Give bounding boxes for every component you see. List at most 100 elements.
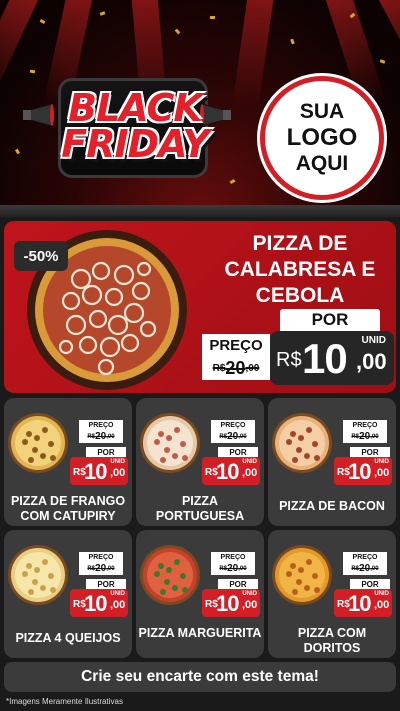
product-card[interactable]: PREÇO R$ 20,00 POR UNID R$ 10 ,00 PIZZA M…	[136, 530, 264, 658]
new-price-value: 10	[84, 591, 108, 616]
new-price-cents: ,00	[242, 599, 258, 611]
cta-button[interactable]: Crie seu encarte com este tema!	[4, 662, 396, 692]
new-price: UNID R$ 10 ,00	[70, 457, 128, 485]
old-currency: R$	[219, 565, 228, 572]
new-price-cents: ,00	[242, 467, 258, 479]
black-friday-banner: BLACK FRIDAY SUA LOGO AQUI	[0, 0, 400, 205]
preco-label: PREÇO	[211, 552, 255, 562]
new-price: UNID R$ 10 ,00	[70, 589, 128, 617]
old-price-cents: ,00	[238, 433, 247, 440]
unid-label: UNID	[361, 335, 386, 346]
new-price-value: 10	[216, 591, 240, 616]
unid-label: UNID	[374, 591, 389, 597]
logo-placeholder[interactable]: SUA LOGO AQUI	[260, 76, 384, 200]
por-label: POR	[86, 447, 126, 457]
old-price-cents: ,00	[106, 433, 115, 440]
product-name: PIZZA 4 QUEIJOS	[15, 631, 121, 645]
product-name: PIZZA COM DORITOS	[297, 626, 367, 655]
old-currency: R$	[351, 565, 360, 572]
product-name: PIZZA PORTUGUESA	[155, 494, 245, 523]
old-price-value: 20	[225, 357, 246, 378]
new-price-cents: ,00	[110, 467, 126, 479]
product-name: PIZZA DE FRANGO COM CATUPIRY	[10, 494, 126, 523]
preco-label: PREÇO	[202, 334, 270, 356]
old-price: R$ 20 ,00	[202, 356, 270, 380]
por-label: POR	[86, 579, 126, 589]
logo-text-line: SUA	[299, 100, 345, 123]
unid-label: UNID	[242, 591, 257, 597]
unid-label: UNID	[110, 459, 125, 465]
preco-label: PREÇO	[79, 552, 123, 562]
old-price-value: 20	[359, 431, 371, 442]
por-label: POR	[350, 579, 390, 589]
product-name: PIZZA DE BACON	[279, 499, 385, 513]
product-card[interactable]: PREÇO R$ 20,00 POR UNID R$ 10 ,00 PIZZA D…	[268, 398, 396, 526]
product-card[interactable]: PREÇO R$ 20,00 POR UNID R$ 10 ,00 PIZZA P…	[136, 398, 264, 526]
new-price-cents: ,00	[356, 349, 387, 374]
divider-strip	[0, 205, 400, 217]
preco-label: PREÇO	[343, 420, 387, 430]
por-label: POR	[350, 447, 390, 457]
unid-label: UNID	[374, 459, 389, 465]
new-price-cents: ,00	[374, 467, 390, 479]
new-price-value: 10	[84, 459, 108, 484]
new-price: UNID R$ 10 ,00	[334, 589, 392, 617]
unid-label: UNID	[242, 459, 257, 465]
old-price-cents: ,00	[370, 565, 379, 572]
product-card[interactable]: PREÇO R$ 20,00 POR UNID R$ 10 ,00 PIZZA D…	[4, 398, 132, 526]
featured-title-line: CALABRESA E	[224, 258, 376, 281]
new-price: UNID R$ 10 ,00	[202, 457, 260, 485]
currency: R$	[276, 349, 302, 371]
new-price-value: 10	[348, 459, 372, 484]
new-price-cents: ,00	[374, 599, 390, 611]
old-price-value: 20	[227, 431, 239, 442]
pizza-image	[140, 413, 200, 473]
featured-offer-card[interactable]: -50% PIZZA DE CALABRESA E CEBOLA POR PRE…	[4, 221, 396, 393]
old-price-cents: ,00	[238, 565, 247, 572]
pizza-image	[272, 545, 332, 605]
pizza-image	[272, 413, 332, 473]
friday-title: FRIDAY	[61, 122, 209, 166]
old-currency: R$	[212, 362, 226, 374]
old-price: R$ 20,00	[211, 562, 255, 575]
old-price: R$ 20,00	[79, 562, 123, 575]
preco-label: PREÇO	[343, 552, 387, 562]
preco-label: PREÇO	[211, 420, 255, 430]
disclaimer-text: *Imagens Meramente Ilustrativas	[6, 697, 123, 706]
featured-title-line: PIZZA DE	[252, 232, 348, 255]
featured-title: PIZZA DE CALABRESA E CEBOLA	[209, 231, 391, 309]
old-currency: R$	[351, 433, 360, 440]
logo-text-line: AQUI	[295, 152, 349, 175]
new-price: UNID R$ 10 ,00	[270, 331, 394, 385]
new-price-value: 10	[302, 335, 348, 382]
logo-text-line: LOGO	[286, 124, 358, 151]
por-label: POR	[280, 309, 380, 331]
old-price-cents: ,00	[245, 362, 260, 374]
old-price-value: 20	[227, 563, 239, 574]
old-price: R$ 20,00	[211, 430, 255, 443]
product-card[interactable]: PREÇO R$ 20,00 POR UNID R$ 10 ,00 PIZZA 4…	[4, 530, 132, 658]
por-label: POR	[218, 579, 258, 589]
old-price-cents: ,00	[106, 565, 115, 572]
new-price-cents: ,00	[110, 599, 126, 611]
discount-badge: -50%	[14, 241, 68, 271]
old-price: R$ 20,00	[79, 430, 123, 443]
preco-label: PREÇO	[79, 420, 123, 430]
new-price-value: 10	[348, 591, 372, 616]
featured-title-line: CEBOLA	[255, 284, 345, 307]
old-currency: R$	[219, 433, 228, 440]
old-price: R$ 20,00	[343, 562, 387, 575]
old-currency: R$	[87, 565, 96, 572]
pizza-image	[8, 413, 68, 473]
product-card[interactable]: PREÇO R$ 20,00 POR UNID R$ 10 ,00 PIZZA C…	[268, 530, 396, 658]
new-price-value: 10	[216, 459, 240, 484]
pizza-image	[8, 545, 68, 605]
old-price-cents: ,00	[370, 433, 379, 440]
new-price: UNID R$ 10 ,00	[202, 589, 260, 617]
product-name: PIZZA MARGUERITA	[138, 626, 262, 640]
old-price: R$ 20,00	[343, 430, 387, 443]
pizza-image	[140, 545, 200, 605]
old-price-value: 20	[359, 563, 371, 574]
unid-label: UNID	[110, 591, 125, 597]
old-price-value: 20	[95, 431, 107, 442]
